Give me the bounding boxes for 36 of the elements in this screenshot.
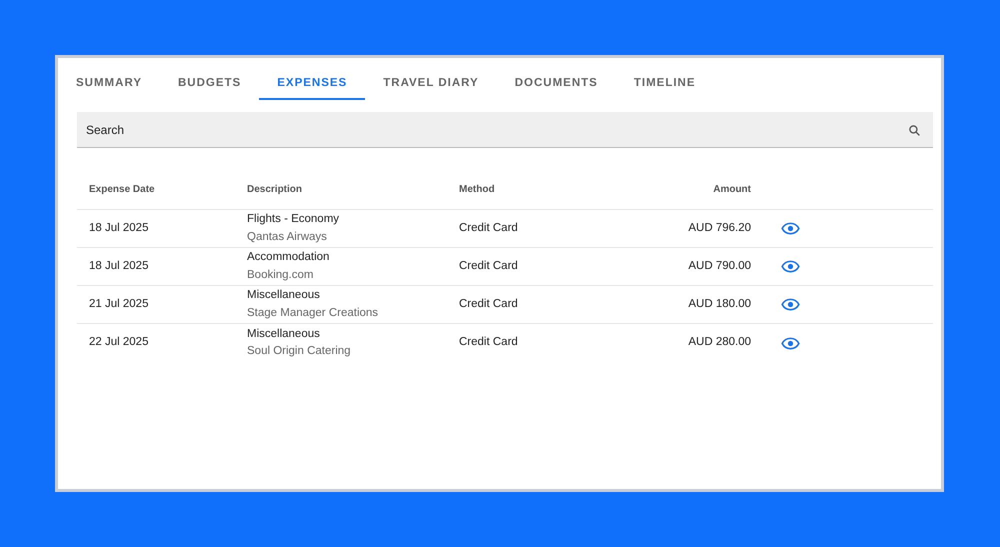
tab[interactable]: TRAVEL DIARY (365, 58, 497, 100)
search-field[interactable]: Search (77, 112, 933, 148)
table-cell-text: Qantas Airways (247, 230, 328, 244)
table-cell-text: AUD 180.00 (687, 296, 751, 312)
table-cell-text: AUD 796.20 (687, 220, 751, 236)
tab[interactable]: DOCUMENTS (496, 58, 616, 100)
table-cell-text: AUD 790.00 (687, 258, 751, 274)
column-header: Amount (712, 183, 751, 197)
table-cell-text: 18 Jul 2025 (88, 258, 150, 274)
table-cell-text: Credit Card (458, 335, 519, 350)
eye-icon[interactable] (781, 298, 800, 311)
table-cell-text: Credit Card (458, 220, 519, 236)
tab[interactable]: BUDGETS (160, 58, 260, 100)
eye-icon[interactable] (781, 222, 800, 235)
column-header: Expense Date (88, 183, 156, 197)
table-cell-text: Credit Card (458, 258, 519, 274)
search-icon[interactable] (908, 124, 921, 137)
table-cell-text: Soul Origin Catering (247, 344, 352, 359)
eye-icon[interactable] (781, 260, 800, 273)
column-header: Description (246, 183, 304, 197)
table-cell-text: AUD 280.00 (687, 335, 751, 350)
table-cell-text: Flights - Economy (247, 212, 340, 228)
table-cell-text: Stage Manager Creations (247, 306, 380, 320)
eye-icon[interactable] (781, 336, 800, 350)
table-cell-text: Accommodation (247, 250, 330, 266)
table-cell-text: Miscellaneous (247, 326, 321, 342)
table-cell-text: 18 Jul 2025 (88, 220, 150, 236)
tab[interactable]: EXPENSES (259, 58, 366, 100)
tab[interactable]: TIMELINE (616, 58, 714, 100)
tab[interactable]: SUMMARY (58, 58, 160, 100)
column-header: Method (458, 183, 496, 197)
table-cell-text: Booking.com (247, 268, 314, 282)
table-cell-text: Miscellaneous (247, 288, 321, 304)
table-cell-text: Credit Card (458, 296, 519, 312)
table-cell-text: 22 Jul 2025 (88, 335, 150, 350)
table-cell-text: 21 Jul 2025 (88, 296, 150, 312)
